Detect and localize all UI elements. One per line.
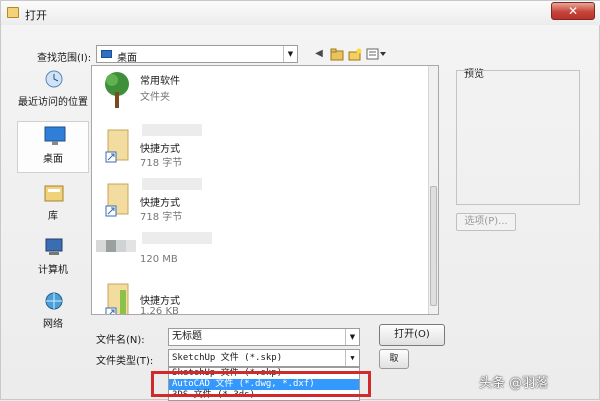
watermark: 头条 @羽落 bbox=[479, 376, 549, 391]
place-label: 最近访问的位置 bbox=[18, 97, 88, 108]
place-label: 网络 bbox=[43, 319, 63, 330]
chevron-down-icon[interactable]: ▼ bbox=[283, 46, 297, 62]
open-file-dialog: 打开 ✕ 查找范围(I): 桌面 ▼ ◀ 预览 最近访问的位置 桌面 库 计算机… bbox=[0, 0, 600, 401]
recent-places-icon bbox=[43, 69, 65, 89]
scrollbar-thumb[interactable] bbox=[430, 186, 437, 306]
place-label: 库 bbox=[48, 211, 58, 222]
open-button[interactable]: 打开(O) bbox=[379, 324, 445, 346]
close-button[interactable]: ✕ bbox=[551, 2, 595, 20]
file-detail: 718 字节 bbox=[140, 158, 183, 169]
tree-folder-icon bbox=[104, 70, 130, 110]
file-name: 快捷方式 bbox=[140, 198, 180, 209]
chevron-down-icon[interactable]: ▼ bbox=[345, 329, 359, 345]
list-item[interactable]: 快捷方式 718 字节 bbox=[92, 174, 422, 228]
list-item[interactable]: 快捷方式 718 字节 bbox=[92, 120, 422, 174]
file-detail: 1.26 KB bbox=[140, 306, 179, 315]
list-scrollbar[interactable] bbox=[428, 66, 438, 314]
options-button[interactable]: 选项(P)... bbox=[456, 213, 516, 231]
blurred-name bbox=[142, 232, 212, 244]
filename-label: 文件名(N): bbox=[96, 335, 145, 346]
file-detail: 718 字节 bbox=[140, 212, 183, 223]
shortcut-icon bbox=[104, 178, 130, 218]
file-name: 快捷方式 bbox=[140, 144, 180, 155]
filetype-label: 文件类型(T): bbox=[96, 356, 154, 367]
lookin-combo[interactable]: 桌面 ▼ bbox=[96, 45, 298, 64]
list-item[interactable]: 快捷方式 1.26 KB bbox=[92, 276, 422, 315]
back-icon[interactable]: ◀ bbox=[312, 47, 326, 61]
blurred-name bbox=[142, 178, 202, 190]
file-name: 常用软件 bbox=[140, 76, 180, 87]
new-folder-icon[interactable] bbox=[348, 47, 362, 61]
place-network[interactable]: 网络 bbox=[17, 287, 89, 339]
list-item[interactable]: 120 MB bbox=[92, 228, 422, 282]
preview-pane bbox=[456, 70, 580, 205]
annotation-highlight-box bbox=[151, 371, 371, 397]
file-name: 快捷方式 bbox=[140, 296, 180, 307]
filename-value: 无标题 bbox=[172, 331, 202, 342]
file-list[interactable]: 常用软件 文件夹 快捷方式 718 字节 快捷方式 718 字节 120 MB bbox=[91, 65, 439, 315]
list-item[interactable]: 常用软件 文件夹 bbox=[92, 66, 422, 120]
computer-icon bbox=[43, 237, 65, 257]
lookin-value: 桌面 bbox=[117, 53, 137, 64]
filetype-value: SketchUp 文件 (*.skp) bbox=[172, 353, 283, 363]
place-libraries[interactable]: 库 bbox=[17, 179, 89, 231]
views-menu-icon[interactable] bbox=[366, 47, 388, 61]
network-icon bbox=[43, 291, 65, 311]
places-bar: 最近访问的位置 桌面 库 计算机 网络 bbox=[17, 65, 89, 343]
filetype-select[interactable]: SketchUp 文件 (*.skp) ▼ bbox=[168, 349, 360, 367]
file-detail: 120 MB bbox=[140, 254, 178, 265]
place-label: 桌面 bbox=[43, 154, 63, 165]
blurred-name bbox=[142, 124, 202, 136]
folder-open-icon bbox=[7, 7, 19, 18]
desktop-icon bbox=[44, 126, 66, 146]
title-bar[interactable]: 打开 ✕ bbox=[1, 1, 600, 25]
chevron-down-icon[interactable]: ▼ bbox=[345, 350, 359, 366]
libraries-icon bbox=[43, 183, 65, 203]
shortcut-icon bbox=[104, 124, 130, 164]
file-detail: 文件夹 bbox=[140, 92, 170, 103]
place-label: 计算机 bbox=[38, 265, 68, 276]
cancel-button[interactable]: 取 bbox=[379, 349, 409, 369]
place-desktop[interactable]: 桌面 bbox=[17, 121, 89, 173]
window-title: 打开 bbox=[25, 9, 47, 22]
desktop-icon bbox=[101, 50, 112, 58]
shortcut-icon bbox=[104, 280, 130, 314]
lookin-label: 查找范围(I): bbox=[37, 53, 92, 64]
filename-input[interactable]: 无标题 ▼ bbox=[168, 328, 360, 346]
blurred-file-icon bbox=[96, 232, 136, 272]
up-folder-icon[interactable] bbox=[330, 47, 344, 61]
place-computer[interactable]: 计算机 bbox=[17, 233, 89, 285]
place-recent[interactable]: 最近访问的位置 bbox=[17, 65, 89, 117]
